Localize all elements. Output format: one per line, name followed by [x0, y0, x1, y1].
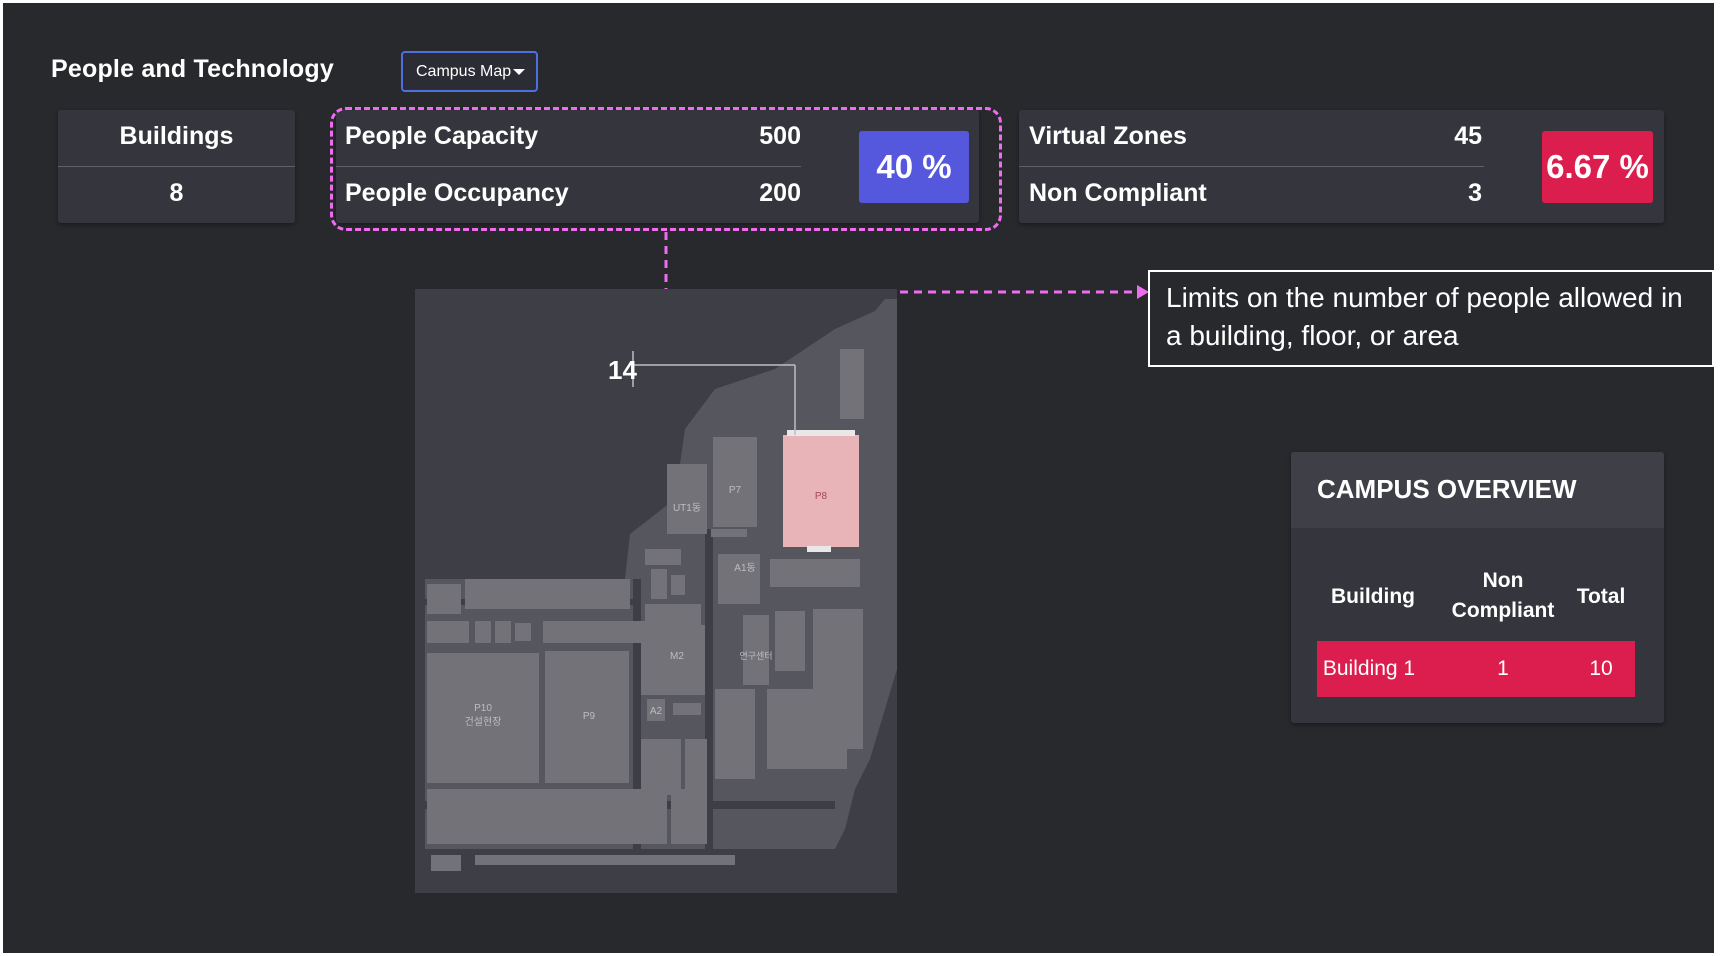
map-building-p7[interactable]: [713, 437, 757, 527]
row-building: Building 1: [1322, 657, 1416, 680]
map-marker-label: 14: [608, 355, 637, 385]
buildings-divider: [58, 166, 295, 167]
buildings-value: 8: [169, 179, 184, 207]
row-total: 10: [1589, 657, 1613, 680]
callout-text: Limits on the number of people allowed i…: [1166, 282, 1683, 351]
map-label-p10-sub: 건설현장: [465, 716, 502, 728]
row-noncompliant: 1: [1497, 657, 1509, 680]
page-title: People and Technology: [51, 55, 334, 83]
buildings-card: Buildings 8: [58, 110, 295, 223]
map-label-p7: P7: [729, 485, 742, 496]
col-noncompliant-header-line2: Compliant: [1451, 599, 1555, 622]
virtual-zones-label: Virtual Zones: [1029, 122, 1187, 150]
campus-overview-header: CAMPUS OVERVIEW: [1291, 452, 1664, 528]
col-noncompliant-header[interactable]: Non Compliant: [1443, 566, 1563, 626]
campus-map[interactable]: 14 P7 P8 UT1동 A1동 M2 연구센터 A2 P9 P10 건설현장: [415, 289, 897, 893]
map-label-p8: P8: [815, 491, 828, 502]
map-label-m2: M2: [670, 651, 684, 662]
map-label-a1: A1동: [734, 562, 755, 574]
campus-overview-panel: CAMPUS OVERVIEW Building Non Compliant T…: [1291, 452, 1664, 723]
col-noncompliant-header-line1: Non: [1482, 569, 1524, 592]
noncompliant-percent-badge: 6.67 %: [1542, 131, 1653, 203]
zones-card[interactable]: Virtual Zones 45 Non Compliant 3 6.67 %: [1019, 110, 1664, 223]
callout-box: Limits on the number of people allowed i…: [1148, 270, 1714, 367]
chevron-down-icon: [513, 69, 525, 75]
map-label-research: 연구센터: [739, 651, 772, 661]
campus-overview-title: CAMPUS OVERVIEW: [1317, 474, 1577, 504]
virtual-zones-value: 45: [1454, 122, 1482, 150]
view-dropdown-label: Campus Map: [416, 62, 512, 80]
map-building-research[interactable]: [743, 615, 769, 685]
zones-divider: [1019, 166, 1484, 167]
map-label-ut: UT1동: [673, 502, 701, 514]
map-label-p10: P10: [474, 703, 492, 714]
non-compliant-label: Non Compliant: [1029, 179, 1207, 207]
non-compliant-value: 3: [1468, 179, 1482, 207]
dashboard-frame: People and Technology Campus Map Buildin…: [3, 3, 1714, 953]
map-label-p9: P9: [583, 711, 596, 722]
view-dropdown[interactable]: Campus Map: [401, 51, 538, 92]
buildings-label: Buildings: [119, 122, 234, 150]
col-total-header[interactable]: Total: [1561, 582, 1641, 612]
col-building-header[interactable]: Building: [1317, 582, 1429, 612]
table-row[interactable]: Building 1 1 10: [1317, 641, 1635, 697]
map-label-a2: A2: [650, 706, 663, 717]
map-building-ut[interactable]: [667, 464, 707, 534]
map-building-a1[interactable]: [718, 554, 760, 604]
highlight-dashed-box: [330, 107, 1002, 231]
